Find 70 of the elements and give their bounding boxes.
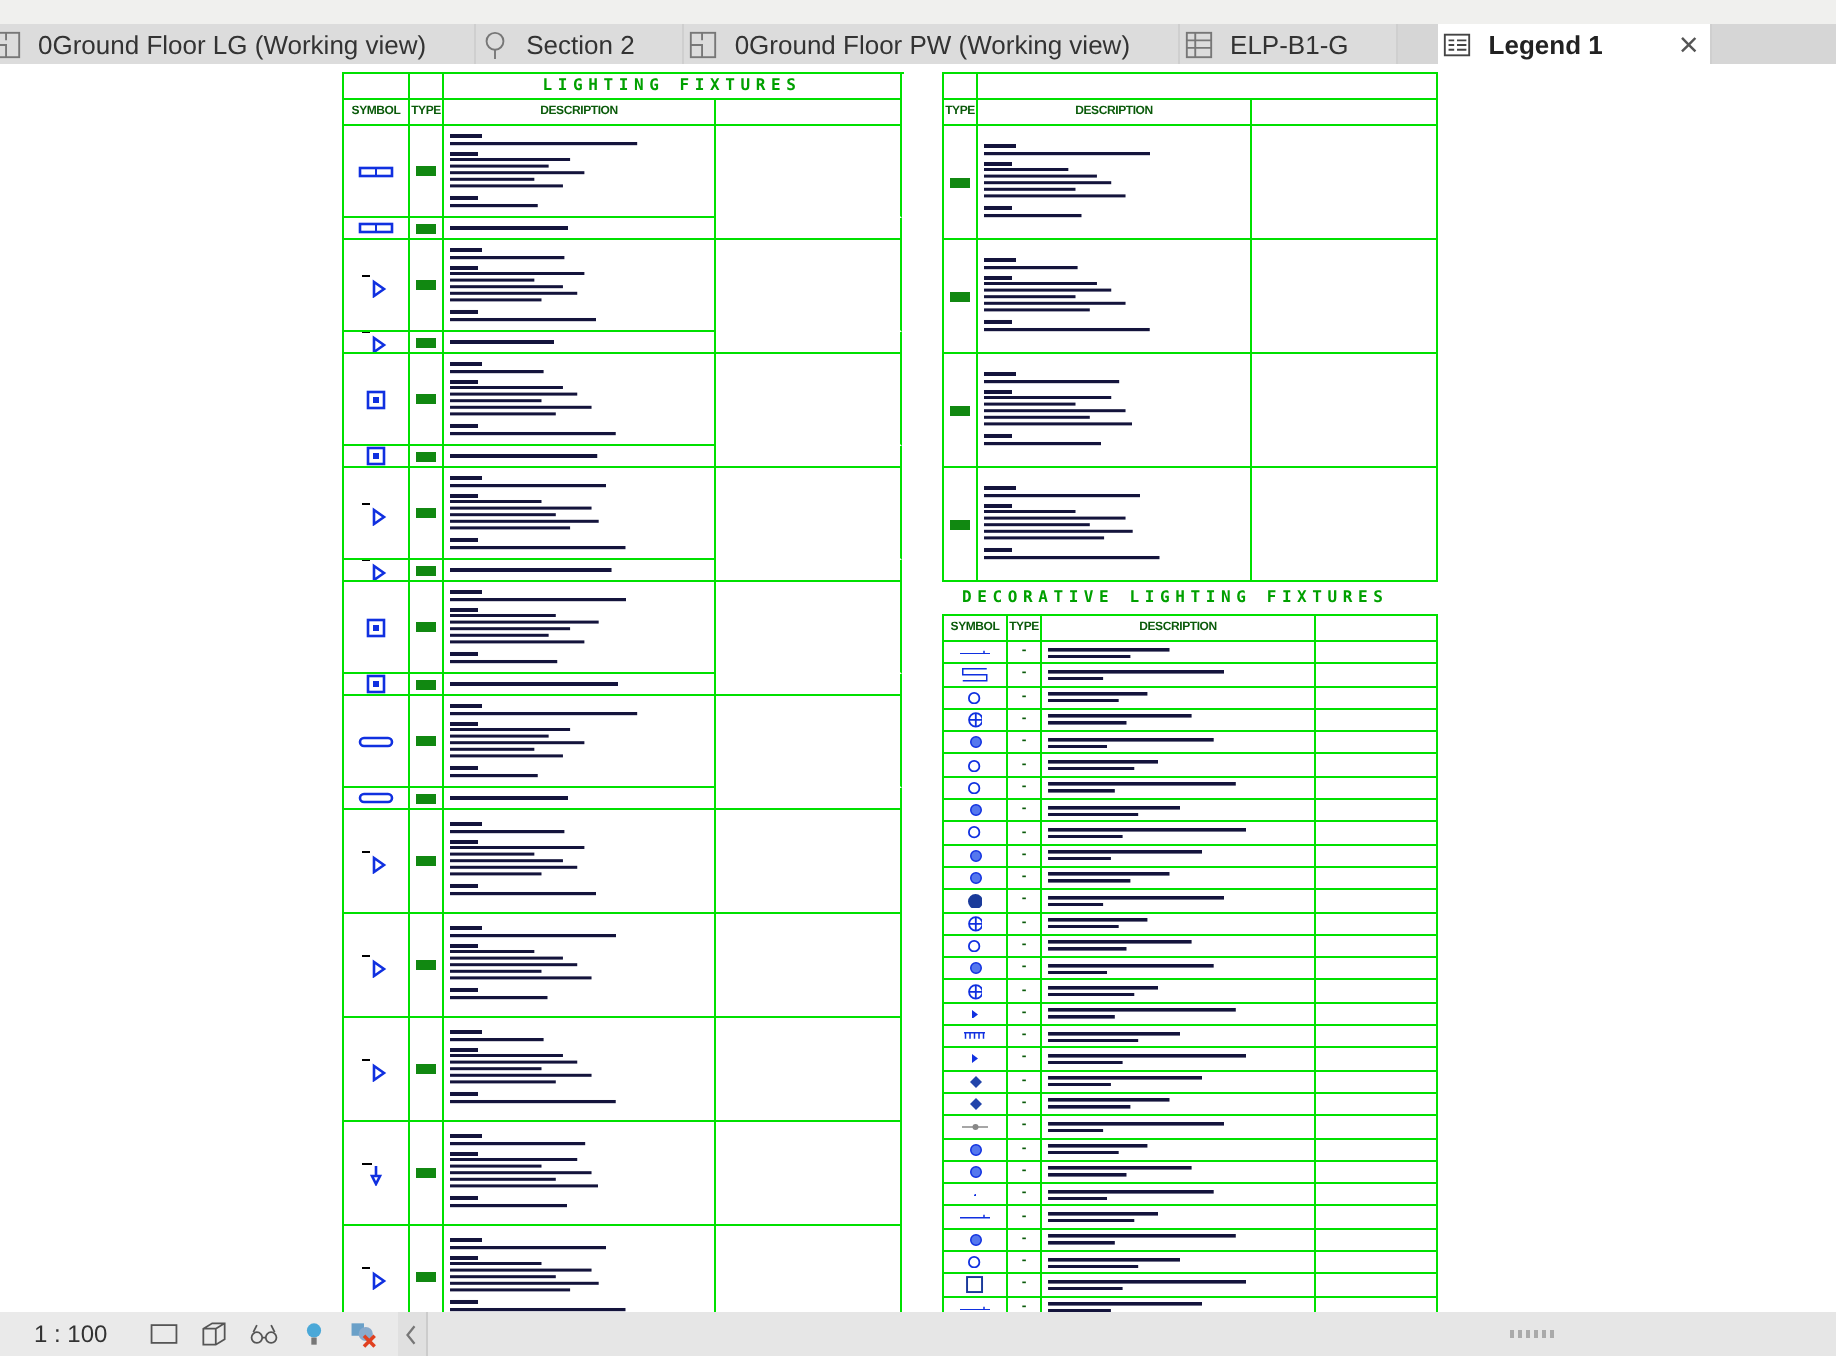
description-text-drawing [1048,1098,1170,1110]
view-type-icon [1184,29,1215,59]
detail-level-icon[interactable] [147,1318,180,1350]
type-code-drawing [416,622,436,632]
fixture-symbol-icon [356,218,396,238]
view-tab[interactable]: ELP-B1-G [1180,24,1399,64]
type-code-drawing [416,1168,436,1178]
description-text-drawing [1048,692,1148,703]
fixture-symbol-icon [972,1054,978,1064]
type-code-drawing [416,793,436,803]
type-code-drawing [416,565,436,575]
fixture-symbol-icon [960,1214,990,1220]
type-code-drawing [416,1272,436,1282]
description-text-drawing [1048,1211,1159,1223]
hide-elements-icon[interactable] [347,1318,380,1350]
fixture-symbol-icon [968,691,982,704]
view-scale[interactable]: 1 : 100 [34,1320,108,1348]
type-code-drawing [416,394,436,404]
type-code-drawing [416,856,436,866]
fixture-symbol-icon [967,712,983,728]
table-title: DECORATIVE LIGHTING FIXTURES [962,588,1389,608]
fixture-symbol-icon [967,983,983,999]
view-tab[interactable]: Legend 1 × [1438,24,1713,64]
type-code-drawing [416,166,436,176]
close-icon[interactable]: × [1678,27,1699,61]
scroll-grip-icon [1509,1328,1554,1340]
description-text-drawing [1048,1166,1192,1178]
type-code-drawing [950,405,970,415]
description-text-drawing [1048,872,1170,884]
fixture-symbol-icon [972,1009,978,1019]
fixture-symbol-icon [960,1305,990,1310]
horizontal-scrollbar[interactable] [427,1312,1836,1356]
type-code-drawing [416,736,436,746]
fixture-symbol-icon [964,1032,986,1041]
description-text-drawing [1048,918,1148,929]
type-code-drawing [950,291,970,301]
table-title: LIGHTING FIXTURES [542,76,802,96]
type-code-drawing [416,960,436,970]
type-code-drawing [416,223,436,233]
type-code-drawing [416,280,436,290]
type-code-drawing [416,1064,436,1074]
type-code-drawing [416,451,436,461]
description-text-drawing [1048,1144,1148,1155]
scroll-left-button[interactable] [397,1312,428,1356]
chevron-left-icon [404,1323,419,1345]
description-text-drawing [1048,1031,1181,1042]
fixture-symbol-icon [967,915,983,932]
description-text-drawing [1048,714,1192,726]
cube-icon[interactable] [197,1318,230,1350]
fixture-symbol-icon [962,668,988,682]
fixture-symbol-icon [961,1123,989,1130]
type-code-drawing [416,508,436,518]
view-type-icon [1442,29,1473,59]
description-text-drawing [1048,647,1170,658]
type-code-drawing [416,337,436,347]
fixture-symbol-icon [356,788,396,808]
description-text-drawing [1048,805,1181,816]
description-text-drawing [1048,1257,1181,1268]
type-code-drawing [950,177,970,187]
description-text-drawing [1048,759,1159,771]
view-tab[interactable]: 0Ground Floor PW (Working view) [684,24,1181,64]
view-type-icon [688,29,719,59]
view-tab[interactable]: Section 2 [476,24,685,64]
view-type-icon [0,29,22,59]
view-tab[interactable]: 0Ground Floor LG (Working view) [0,24,477,64]
description-text-drawing [1048,940,1192,952]
description-text-drawing [1048,985,1159,997]
type-code-drawing [950,519,970,529]
type-code-drawing [416,679,436,689]
fixture-symbol-icon [960,650,990,655]
